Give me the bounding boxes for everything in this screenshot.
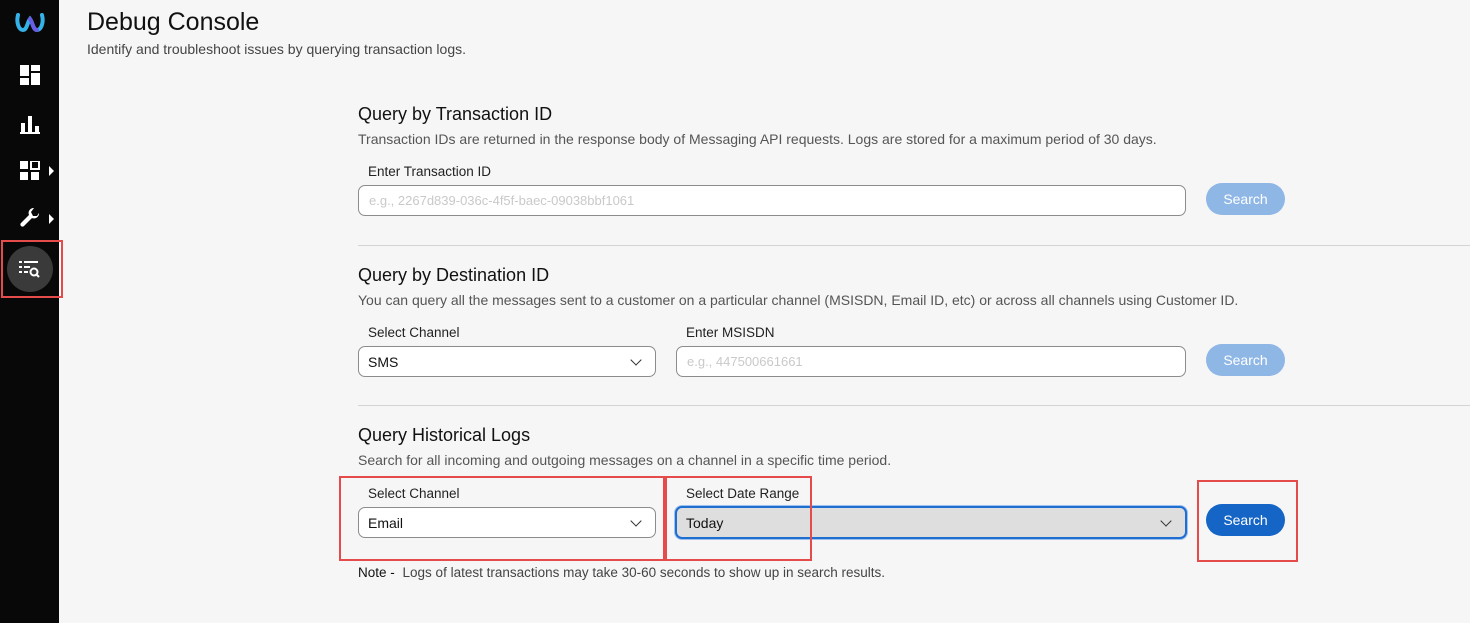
- dashboard-icon[interactable]: [0, 55, 59, 95]
- wrench-icon[interactable]: [0, 199, 59, 239]
- transaction-section-description: Transaction IDs are returned in the resp…: [358, 131, 1157, 147]
- date-range-label: Select Date Range: [686, 486, 800, 501]
- destination-search-button[interactable]: Search: [1206, 344, 1285, 376]
- page-subtitle: Identify and troubleshoot issues by quer…: [87, 41, 467, 57]
- sidebar: [0, 0, 59, 623]
- historical-channel-value: Email: [368, 514, 404, 531]
- analytics-icon[interactable]: [0, 104, 59, 144]
- historical-search-button[interactable]: Search: [1206, 504, 1285, 536]
- note-text: Note - Logs of latest transactions may t…: [358, 565, 885, 580]
- debug-console-icon[interactable]: [0, 246, 59, 292]
- apps-icon[interactable]: [0, 151, 59, 191]
- transaction-search-button[interactable]: Search: [1206, 183, 1285, 215]
- historical-channel-select[interactable]: Email: [358, 507, 656, 538]
- date-range-value: Today: [686, 514, 724, 531]
- date-range-select[interactable]: Today: [675, 506, 1187, 539]
- chevron-down-icon: [630, 353, 642, 366]
- chevron-down-icon: [630, 514, 642, 527]
- submenu-caret-icon: [49, 214, 54, 224]
- transaction-id-label: Enter Transaction ID: [368, 164, 492, 179]
- transaction-id-input[interactable]: e.g., 2267d839-036c-4f5f-baec-09038bbf10…: [358, 185, 1186, 216]
- submenu-caret-icon: [49, 166, 54, 176]
- historical-section-title: Query Historical Logs: [358, 425, 531, 445]
- section-divider: [358, 245, 1470, 246]
- historical-section-description: Search for all incoming and outgoing mes…: [358, 452, 892, 468]
- section-divider: [358, 405, 1470, 406]
- chevron-down-icon: [1160, 514, 1172, 527]
- destination-section-description: You can query all the messages sent to a…: [358, 292, 1239, 308]
- destination-section-title: Query by Destination ID: [358, 265, 550, 285]
- transaction-section-title: Query by Transaction ID: [358, 104, 553, 124]
- destination-channel-label: Select Channel: [368, 325, 460, 340]
- destination-channel-value: SMS: [368, 353, 399, 370]
- note-body: Logs of latest transactions may take 30-…: [402, 565, 886, 580]
- destination-channel-select[interactable]: SMS: [358, 346, 656, 377]
- webex-logo-icon[interactable]: [0, 2, 59, 42]
- msisdn-input[interactable]: e.g., 447500661661: [676, 346, 1186, 377]
- msisdn-label: Enter MSISDN: [686, 325, 775, 340]
- note-label: Note -: [358, 565, 395, 580]
- historical-channel-label: Select Channel: [368, 486, 460, 501]
- page-title: Debug Console: [87, 8, 260, 36]
